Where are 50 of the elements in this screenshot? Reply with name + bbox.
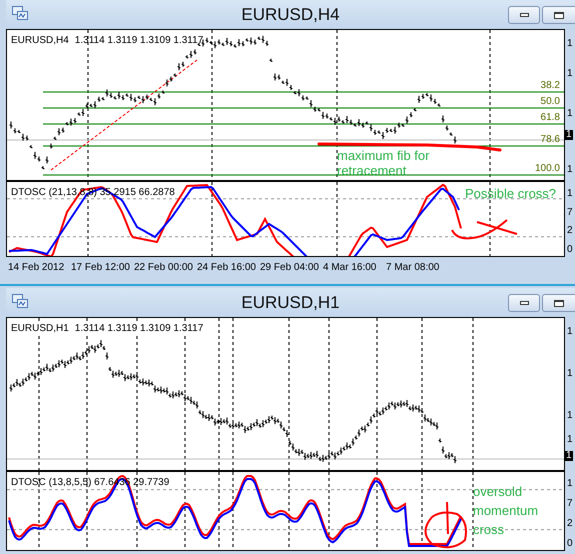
time-axis-label: 17 Feb 12:00	[71, 260, 131, 274]
time-axis-label: 24 Feb 16:00	[197, 260, 257, 274]
time-axis-label: 4 Mar 16:00	[323, 260, 378, 274]
restore-icon	[554, 12, 564, 18]
fib-level-label: 100.0	[534, 164, 560, 174]
chart-symbol: EURUSD,H1	[11, 322, 69, 336]
price-axis-label: 1	[567, 189, 573, 199]
price-axis-label: 1	[567, 165, 573, 175]
window-title: EURUSD,H1	[241, 292, 340, 314]
fib-level-label: 38.2	[540, 81, 560, 91]
current-price-label: 1	[565, 130, 573, 140]
annotation-text: Possible cross?	[465, 185, 556, 203]
annotation-text: maximum fib for retracement	[337, 148, 430, 178]
maximize-button[interactable]	[542, 6, 575, 24]
price-axis-label: 1	[567, 69, 573, 79]
maximize-button[interactable]	[542, 294, 575, 312]
price-axis-label: 1	[567, 411, 573, 421]
chart-window-icon	[12, 6, 28, 20]
minimize-icon	[520, 301, 528, 305]
price-axis-label: 1	[567, 39, 573, 49]
price-axis-label: 1	[567, 327, 573, 337]
minimize-button[interactable]	[508, 6, 540, 24]
price-axis-label: 1	[567, 435, 573, 445]
price-axis-label: 1	[567, 479, 573, 489]
ohlc-prices: 1.3114 1.3119 1.3109 1.3117	[74, 322, 204, 336]
time-axis-label: 29 Feb 04:00	[260, 260, 320, 274]
price-axis-label: 7	[567, 499, 573, 509]
restore-icon	[554, 300, 564, 306]
price-axis-label: 0	[567, 539, 573, 549]
time-axis-label: 7 Mar 08:00	[386, 260, 440, 274]
price-axis-label: 1	[567, 369, 573, 379]
annotation-text: oversold momentum cross	[473, 483, 540, 539]
hand-drawn-cross	[451, 219, 518, 240]
price-axis-label: 7	[567, 208, 573, 218]
window-title: EURUSD,H4	[241, 4, 340, 26]
time-axis-label: 14 Feb 2012	[8, 260, 66, 274]
minimize-icon	[520, 13, 528, 17]
fib-level-label: 78.6	[540, 135, 560, 145]
chart-symbol: EURUSD,H4	[11, 34, 69, 48]
ohlc-prices: 1.3114 1.3119 1.3109 1.3117	[74, 34, 204, 48]
fib-level-label: 61.8	[540, 113, 560, 123]
price-axis-label: 1	[567, 109, 573, 119]
time-axis-label: 22 Feb 00:00	[134, 260, 194, 274]
price-axis-label: 2	[567, 519, 573, 529]
price-axis-label: 0	[567, 245, 573, 255]
minimize-button[interactable]	[508, 294, 540, 312]
chart-window-icon	[12, 294, 28, 308]
current-price-label: 1	[565, 451, 573, 461]
fib-level-label: 50.0	[540, 97, 560, 107]
price-axis-label: 2	[567, 226, 573, 236]
